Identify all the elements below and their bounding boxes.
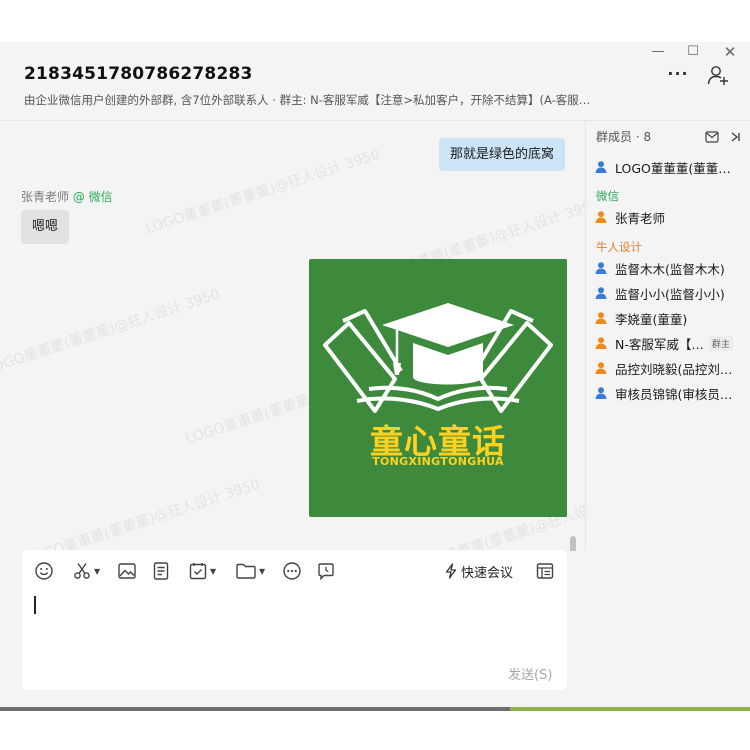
member-group-wechat: 微信 — [596, 189, 619, 203]
bottom-strip — [0, 707, 750, 711]
book-graduation-cap-graphic — [323, 303, 553, 413]
layout-panel-icon[interactable] — [535, 560, 555, 582]
panel-divider — [585, 121, 586, 551]
member-item-self[interactable]: LOGO董董董(董董… — [594, 156, 744, 178]
folder-icon[interactable]: ▼ — [235, 560, 265, 582]
member-item-owner[interactable]: N-客服军威【… 群主 — [594, 332, 744, 354]
self-message-bubble[interactable]: 那就是绿色的底窝 — [439, 138, 566, 171]
chevron-down-icon[interactable]: ▼ — [94, 567, 100, 576]
bottom-strip-right — [510, 707, 750, 711]
more-icon[interactable]: ··· — [665, 64, 691, 84]
person-icon — [595, 362, 607, 374]
member-name: 品控刘晓毅(品控刘… — [615, 361, 733, 377]
person-icon — [595, 161, 607, 173]
scissors-icon[interactable]: ▼ — [72, 560, 100, 582]
member-name: LOGO董董董(董董… — [615, 160, 731, 176]
watermark-text: LOGO董董董(董董董)@狂人设计 3950 — [0, 286, 222, 378]
chevron-down-icon[interactable]: ▼ — [259, 567, 265, 576]
minimize-icon[interactable]: — — [648, 44, 668, 60]
document-icon[interactable] — [151, 560, 171, 582]
add-member-icon[interactable] — [706, 64, 732, 88]
quick-meeting-label: 快速会议 — [461, 565, 514, 581]
message-list[interactable]: LOGO董董董(董董董)@狂人设计 3950 LOGO董董董(董董董)@狂人设计… — [0, 121, 585, 551]
member-item[interactable]: 监督木木(监督木木) — [594, 257, 744, 279]
member-item[interactable]: 张青老师 — [594, 206, 744, 228]
other-message-bubble[interactable]: 嗯嗯 — [21, 210, 70, 244]
message-scrollbar[interactable] — [570, 536, 576, 551]
chat-title: 2183451780786278283 — [24, 64, 253, 84]
member-name: N-客服军威【… — [615, 336, 704, 352]
maximize-icon[interactable]: ☐ — [683, 44, 703, 60]
person-icon — [595, 337, 607, 349]
message-composer[interactable]: ▼ ▼ ▼ 快速会议 发送(S) — [22, 550, 567, 690]
watermark-text: LOGO董董董(董董董)@狂人设计 3950 — [143, 146, 382, 238]
person-icon — [595, 211, 607, 223]
member-group-company: 牛人设计 — [596, 240, 642, 254]
close-icon[interactable]: ✕ — [720, 44, 740, 60]
calendar-check-icon[interactable]: ▼ — [188, 560, 216, 582]
mail-icon[interactable] — [705, 128, 719, 147]
chat-subtitle[interactable]: 由企业微信用户创建的外部群, 含7位外部联系人 · 群主: N-客服军威【注意>… — [24, 92, 630, 108]
more-circle-icon[interactable] — [282, 560, 302, 582]
person-icon — [595, 262, 607, 274]
owner-badge: 群主 — [708, 335, 733, 351]
member-item[interactable]: 品控刘晓毅(品控刘… — [594, 357, 744, 379]
member-name: 李娆童(童童) — [615, 311, 688, 327]
member-name: 监督木木(监督木木) — [615, 261, 725, 277]
member-item[interactable]: 监督小小(监督小小) — [594, 282, 744, 304]
bottom-strip-left — [0, 707, 510, 711]
members-header: 群成员 · 8 — [596, 130, 652, 144]
message-sender: 张青老师 @ 微信 — [21, 188, 113, 205]
chevron-down-icon[interactable]: ▼ — [210, 567, 216, 576]
member-name: 监督小小(监督小小) — [615, 286, 725, 302]
lightning-icon — [445, 563, 457, 579]
clock-message-icon[interactable] — [316, 560, 336, 582]
text-cursor — [34, 596, 36, 614]
person-icon — [595, 287, 607, 299]
emoji-icon[interactable] — [34, 560, 54, 582]
member-name: 审核员锦锦(审核员… — [615, 386, 733, 402]
image-icon[interactable] — [117, 560, 137, 582]
member-item[interactable]: 审核员锦锦(审核员… — [594, 382, 744, 404]
member-item[interactable]: 李娆童(童童) — [594, 307, 744, 329]
chat-window: — ☐ ✕ 2183451780786278283 由企业微信用户创建的外部群,… — [0, 42, 750, 708]
sender-source: @ 微信 — [72, 190, 113, 204]
logo-image-message[interactable]: 童心童话 TONGXINGTONGHUA — [309, 259, 567, 517]
watermark-text: LOGO董董董(董董董)@狂人设计 3950 — [23, 476, 262, 551]
member-name: 张青老师 — [615, 210, 666, 226]
sender-name[interactable]: 张青老师 — [21, 190, 69, 204]
logo-title-en: TONGXINGTONGHUA — [372, 455, 504, 468]
quick-meeting-button[interactable]: 快速会议 — [444, 560, 513, 582]
person-icon — [595, 387, 607, 399]
send-button[interactable]: 发送(S) — [508, 664, 552, 683]
person-icon — [595, 312, 607, 324]
collapse-panel-icon[interactable] — [729, 128, 741, 147]
